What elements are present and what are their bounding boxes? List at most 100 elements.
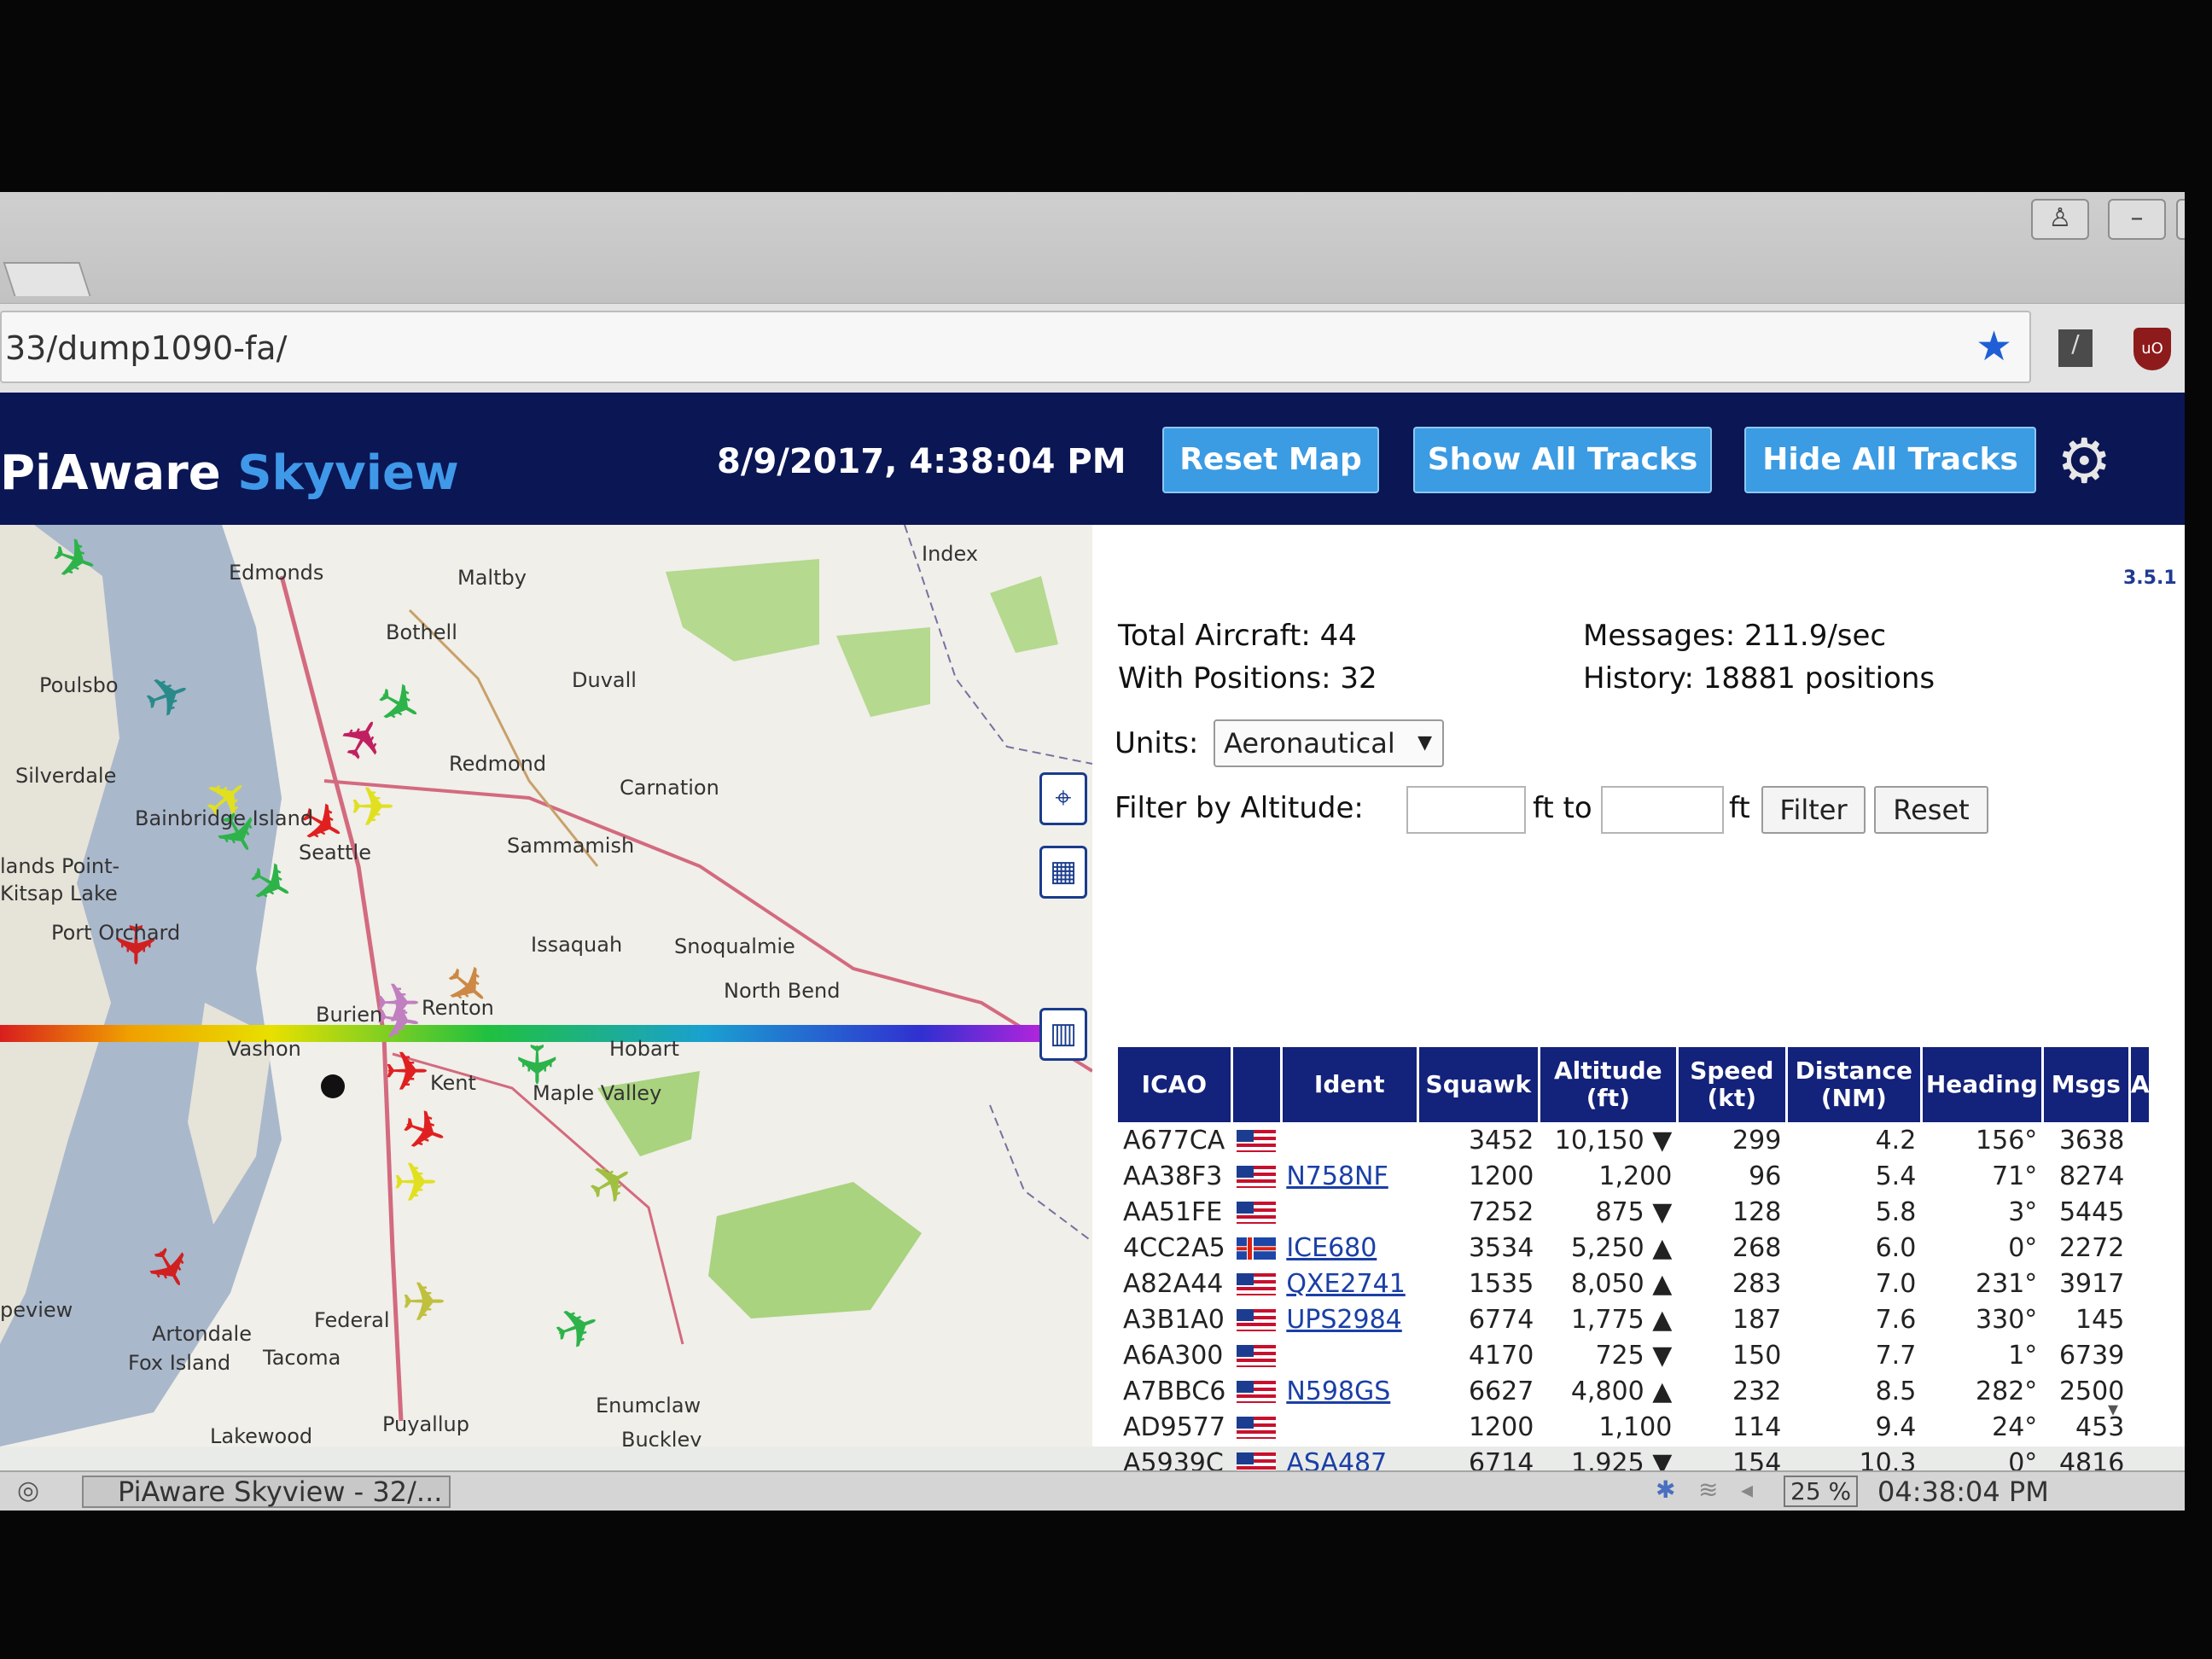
speed-cell: 150: [1732, 1340, 1782, 1371]
app-header: PiAware Skyview 8/9/2017, 4:38:04 PM Res…: [0, 393, 2185, 525]
table-body: A677CA 3452 10,150 ▼ 299 4.2 156° 3638 AA38F3 N7…: [1118, 1122, 2151, 1511]
us-flag-icon: [1237, 1345, 1277, 1367]
table-row[interactable]: A3B1A0 UPS2984 6774 1,775 ▲ 187 7.6 330° 145: [1118, 1301, 2151, 1337]
place-label: Maltby: [457, 566, 527, 590]
aircraft-icon[interactable]: ✈: [350, 781, 396, 835]
map-layers-icon[interactable]: ⌖: [1039, 772, 1087, 825]
maximize-icon[interactable]: □: [2176, 199, 2185, 240]
aircraft-icon[interactable]: ✈: [401, 1276, 447, 1330]
column-header[interactable]: Ident: [1281, 1047, 1419, 1122]
scroll-down-icon[interactable]: ▾: [2108, 1397, 2118, 1421]
flag-cell: [1231, 1409, 1281, 1445]
bluetooth-icon[interactable]: ✱: [1656, 1476, 1675, 1504]
altitude-min-input[interactable]: [1406, 786, 1526, 834]
table-row[interactable]: AA51FE 7252 875 ▼ 128 5.8 3° 5445: [1118, 1194, 2151, 1230]
heading-cell: 1°: [2008, 1340, 2038, 1371]
park-area: [666, 559, 819, 661]
logo-prefix: PiAware: [0, 445, 221, 501]
place-label: Fox Island: [128, 1351, 231, 1375]
squawk-cell: 6774: [1468, 1304, 1534, 1335]
show-all-tracks-button[interactable]: Show All Tracks: [1413, 427, 1712, 493]
volume-icon[interactable]: ◂: [1741, 1476, 1753, 1504]
columns-icon[interactable]: ▥: [1039, 1008, 1087, 1061]
place-label: Vashon: [227, 1037, 301, 1061]
table-row[interactable]: AA38F3 N758NF 1200 1,200 96 5.4 71° 8274: [1118, 1158, 2151, 1194]
system-menu-icon[interactable]: ◎: [17, 1476, 39, 1505]
hide-all-tracks-button[interactable]: Hide All Tracks: [1744, 427, 2036, 493]
squawk-cell: 1200: [1468, 1161, 1534, 1191]
column-header[interactable]: Squawk: [1417, 1047, 1540, 1122]
history-value: 18881 positions: [1703, 661, 1936, 696]
column-header[interactable]: A: [2129, 1047, 2152, 1122]
ident-cell[interactable]: N598GS: [1281, 1373, 1417, 1409]
column-header[interactable]: Altitude (ft): [1539, 1047, 1679, 1122]
ident-cell[interactable]: QXE2741: [1281, 1266, 1417, 1301]
extra-cell: [2129, 1158, 2151, 1194]
ublock-icon[interactable]: uO: [2133, 328, 2171, 370]
aircraft-icon[interactable]: ✈: [504, 1041, 567, 1087]
altitude-cell: 725 ▼: [1595, 1340, 1673, 1371]
flag-cell: [1231, 1158, 1281, 1194]
column-header[interactable]: Distance (NM): [1786, 1047, 1923, 1122]
icao-cell: A7BBC6: [1123, 1376, 1226, 1406]
squawk-cell: 4170: [1468, 1340, 1534, 1371]
bookmark-star-icon[interactable]: ★: [1976, 323, 2012, 370]
user-icon[interactable]: ♙: [2031, 199, 2089, 240]
receiver-location-marker: [321, 1074, 345, 1098]
ident-cell[interactable]: ICE680: [1281, 1230, 1417, 1266]
sidebar-panel: 3.5.1 Total Aircraft: 44 With Positions:…: [1092, 525, 2185, 1511]
distance-cell: 8.5: [1875, 1376, 1917, 1406]
place-label: Seattle: [299, 841, 371, 864]
flag-cell: [1231, 1337, 1281, 1373]
place-label: Redmond: [449, 752, 547, 776]
ident-cell: [1281, 1337, 1417, 1373]
screen: ♙ – □ 33/dump1090-fa/ ★ / uO PiAware Sky…: [0, 192, 2185, 1511]
reset-filter-button[interactable]: Reset: [1874, 786, 1988, 834]
column-header[interactable]: Msgs: [2042, 1047, 2131, 1122]
icao-cell: AD9577: [1123, 1412, 1225, 1442]
units-select-value: Aeronautical: [1224, 727, 1395, 760]
taskbar-window-item[interactable]: PiAware Skyview - 32/...: [82, 1476, 451, 1508]
column-header[interactable]: Heading: [1921, 1047, 2044, 1122]
grid-icon[interactable]: ▦: [1039, 846, 1087, 899]
speed-cell: 299: [1732, 1125, 1782, 1155]
place-label: Bainbridge Island: [135, 806, 314, 830]
table-row[interactable]: A7BBC6 N598GS 6627 4,800 ▲ 232 8.5 282° 2500: [1118, 1373, 2151, 1409]
altitude-max-input[interactable]: [1601, 786, 1724, 834]
wifi-icon[interactable]: ≋: [1698, 1476, 1718, 1504]
column-header[interactable]: Speed (kt): [1677, 1047, 1788, 1122]
address-bar[interactable]: 33/dump1090-fa/ ★: [0, 311, 2031, 383]
ft-label: ft: [1729, 791, 1750, 825]
extra-cell: [2129, 1409, 2151, 1445]
altitude-cell: 10,150 ▼: [1554, 1125, 1673, 1155]
units-select[interactable]: Aeronautical ▼: [1214, 719, 1444, 767]
extension-icon[interactable]: /: [2058, 329, 2093, 367]
minimize-icon[interactable]: –: [2108, 199, 2166, 240]
table-row[interactable]: A6A300 4170 725 ▼ 150 7.7 1° 6739: [1118, 1337, 2151, 1373]
aircraft-icon[interactable]: ✈: [384, 1045, 430, 1100]
place-label: Issaquah: [531, 933, 623, 957]
units-label: Units:: [1115, 726, 1199, 760]
filter-button[interactable]: Filter: [1761, 786, 1866, 834]
column-header[interactable]: ICAO: [1118, 1047, 1233, 1122]
table-row[interactable]: AD9577 1200 1,100 114 9.4 24° 453: [1118, 1409, 2151, 1445]
aircraft-icon[interactable]: ✈: [393, 1156, 439, 1211]
column-header[interactable]: [1231, 1047, 1283, 1122]
ident-cell[interactable]: UPS2984: [1281, 1301, 1417, 1337]
table-row[interactable]: A677CA 3452 10,150 ▼ 299 4.2 156° 3638: [1118, 1122, 2151, 1158]
place-label: peview: [0, 1298, 73, 1322]
table-row[interactable]: A82A44 QXE2741 1535 8,050 ▲ 283 7.0 231° 3917: [1118, 1266, 2151, 1301]
gear-icon[interactable]: ⚙: [2057, 425, 2112, 497]
ident-cell[interactable]: N758NF: [1281, 1158, 1417, 1194]
altitude-cell: 5,250 ▲: [1570, 1232, 1673, 1263]
icao-cell: 4CC2A5: [1123, 1232, 1225, 1263]
table-row[interactable]: 4CC2A5 ICE680 3534 5,250 ▲ 268 6.0 0° 2272: [1118, 1230, 2151, 1266]
squawk-cell: 1200: [1468, 1412, 1534, 1442]
place-label: lands Point-: [0, 854, 120, 878]
place-label: Maple Valley: [533, 1081, 662, 1105]
heading-cell: 330°: [1976, 1304, 2038, 1335]
new-tab-button[interactable]: [3, 262, 91, 296]
map-view[interactable]: ✈ ✈ ✈ ✈ ✈ ✈ ✈ ✈ ✈ ✈ ✈ ✈ ✈ ✈ ✈ ✈ ✈ ✈ ✈ ✈ ✈ Index Edmonds Maltby…: [0, 525, 1092, 1447]
battery-indicator: 25 %: [1784, 1476, 1859, 1507]
reset-map-button[interactable]: Reset Map: [1162, 427, 1379, 493]
